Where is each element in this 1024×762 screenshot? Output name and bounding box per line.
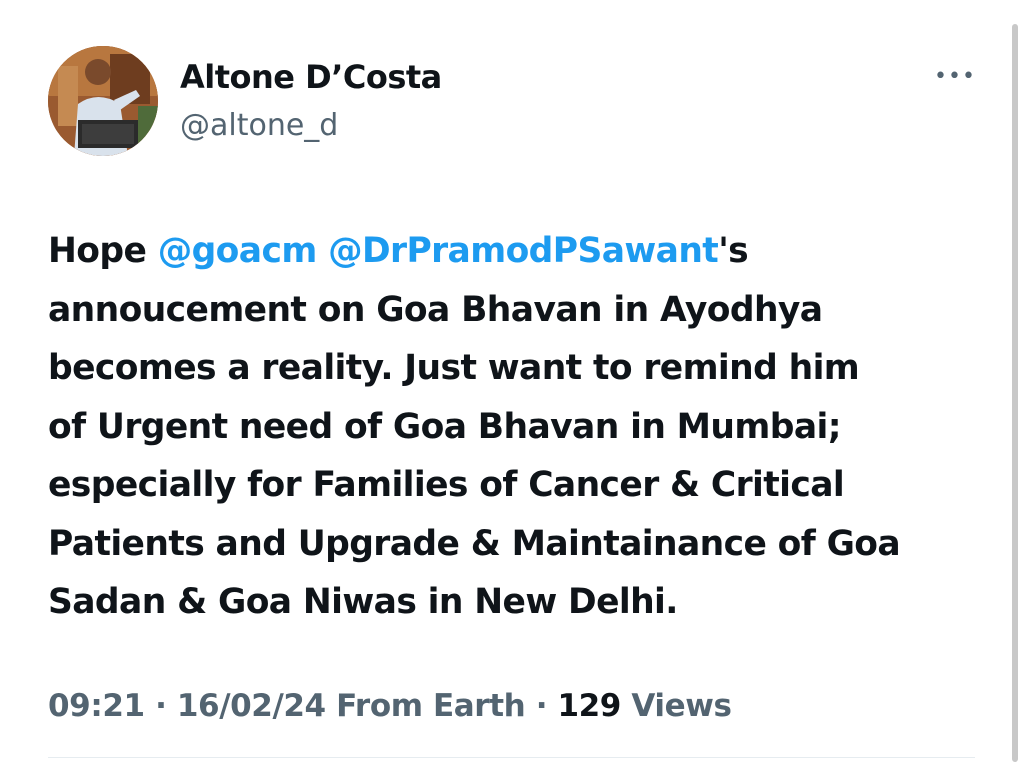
tweet-text-line: becomes a reality. Just want to remind h… — [48, 339, 993, 398]
tweet-text-segment: Patients and Upgrade & Maintainance of G… — [48, 523, 901, 564]
tweet-text-line: Hope @goacm @DrPramodPSawant's — [48, 222, 993, 281]
tweet-text-segment: especially for Families of Cancer & Crit… — [48, 465, 845, 505]
tweet-meta: 09:21 · 16/02/24 From Earth · 129 Views — [48, 688, 732, 724]
tweet-text-segment: 's — [718, 231, 749, 271]
tweet-time[interactable]: 09:21 — [48, 688, 145, 724]
avatar[interactable] — [48, 46, 158, 156]
tweet-text: Hope @goacm @DrPramodPSawant's annoucemen… — [48, 222, 993, 632]
tweet-text-segment: Sadan & Goa Niwas in New Delhi. — [48, 582, 678, 622]
meta-separator: · — [525, 688, 558, 724]
tweet-detail-view: Altone D’Costa @altone_d ••• Hope @goacm… — [0, 0, 1024, 762]
views-count[interactable]: 129 — [557, 688, 621, 724]
mention-link[interactable]: @goacm — [158, 231, 318, 271]
tweet-text-line: Sadan & Goa Niwas in New Delhi. — [48, 573, 993, 632]
mention-link[interactable]: @DrPramodPSawant — [328, 231, 719, 271]
tweet-text-line: annoucement on Goa Bhavan in Ayodhya — [48, 281, 993, 340]
avatar-photo — [48, 46, 158, 156]
tweet-text-line: of Urgent need of Goa Bhavan in Mumbai; — [48, 398, 993, 457]
author-name[interactable]: Altone D’Costa — [180, 58, 442, 96]
tweet-text-segment: annoucement on Goa Bhavan in Ayodhya — [48, 289, 823, 330]
tweet-text-line: especially for Families of Cancer & Crit… — [48, 456, 993, 515]
tweet-text-segment: Hope — [48, 231, 158, 271]
more-options-button[interactable]: ••• — [934, 62, 975, 92]
divider — [48, 757, 975, 758]
scrollbar[interactable] — [1012, 24, 1018, 762]
views-label[interactable]: Views — [631, 688, 732, 724]
tweet-text-segment: of Urgent need of Goa Bhavan in Mumbai; — [48, 406, 842, 447]
tweet-date[interactable]: 16/02/24 — [177, 688, 326, 724]
meta-separator: · — [144, 688, 177, 724]
author-handle[interactable]: @altone_d — [180, 108, 338, 143]
tweet-text-segment — [317, 231, 328, 271]
tweet-text-line: Patients and Upgrade & Maintainance of G… — [48, 515, 993, 574]
tweet-text-segment: becomes a reality. Just want to remind h… — [48, 348, 860, 388]
tweet-source: From Earth — [336, 688, 526, 724]
